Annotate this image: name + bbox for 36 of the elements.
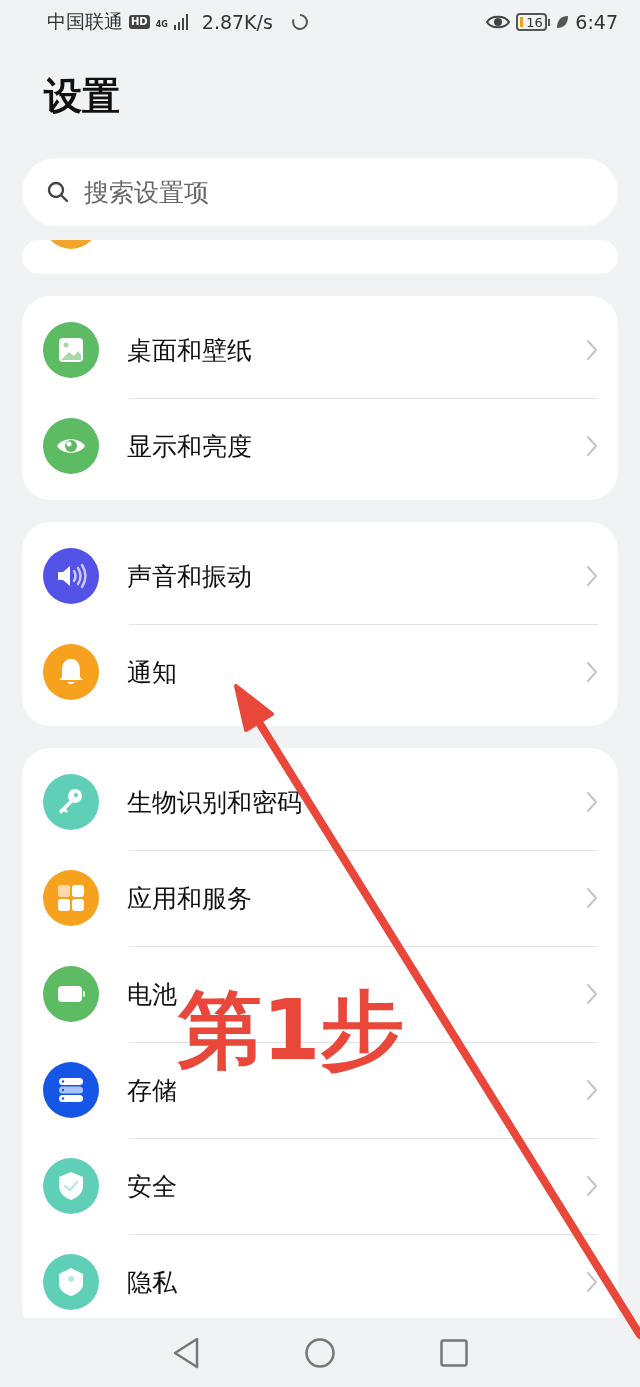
step-label: 第1步	[178, 980, 405, 1081]
chevron-icon	[586, 661, 598, 683]
chevron-icon	[586, 435, 598, 457]
recents-icon[interactable]	[440, 1338, 468, 1367]
setting-label[interactable]: 存储	[127, 1073, 177, 1107]
chevron-icon	[586, 983, 598, 1005]
eye-icon	[486, 14, 511, 30]
carrier-name: 中国联通	[47, 9, 123, 34]
setting-label[interactable]: 声音和振动	[127, 559, 252, 593]
network-speed: 2.87K/s	[201, 11, 273, 33]
chevron-icon	[586, 1175, 598, 1197]
hd-badge: HD	[129, 15, 150, 29]
chevron-icon	[586, 791, 598, 813]
setting-label[interactable]: 应用和服务	[127, 881, 252, 915]
loading-icon	[290, 13, 309, 31]
setting-label[interactable]: 通知	[127, 655, 177, 689]
setting-label[interactable]: 显示和亮度	[127, 429, 252, 463]
setting-label[interactable]: 生物识别和密码	[127, 785, 302, 819]
setting-label[interactable]: 桌面和壁纸	[127, 333, 252, 367]
network-type: 4G	[155, 21, 168, 29]
chevron-icon	[586, 1079, 598, 1101]
setting-label[interactable]: 隐私	[127, 1265, 177, 1299]
chevron-icon	[586, 887, 598, 909]
chevron-icon	[586, 339, 598, 361]
leaf-icon	[556, 15, 570, 29]
clock-time: 6:47	[575, 11, 618, 33]
battery-indicator: 16	[516, 13, 548, 31]
page-title: 设置	[44, 74, 121, 118]
search-field[interactable]: 搜索设置项	[22, 158, 618, 226]
home-icon[interactable]	[305, 1337, 335, 1368]
setting-label[interactable]: 安全	[127, 1169, 177, 1203]
chevron-icon	[586, 1271, 598, 1293]
signal-icon	[173, 14, 188, 30]
setting-label[interactable]: 电池	[127, 977, 177, 1011]
back-icon[interactable]	[172, 1336, 200, 1369]
chevron-icon	[586, 565, 598, 587]
